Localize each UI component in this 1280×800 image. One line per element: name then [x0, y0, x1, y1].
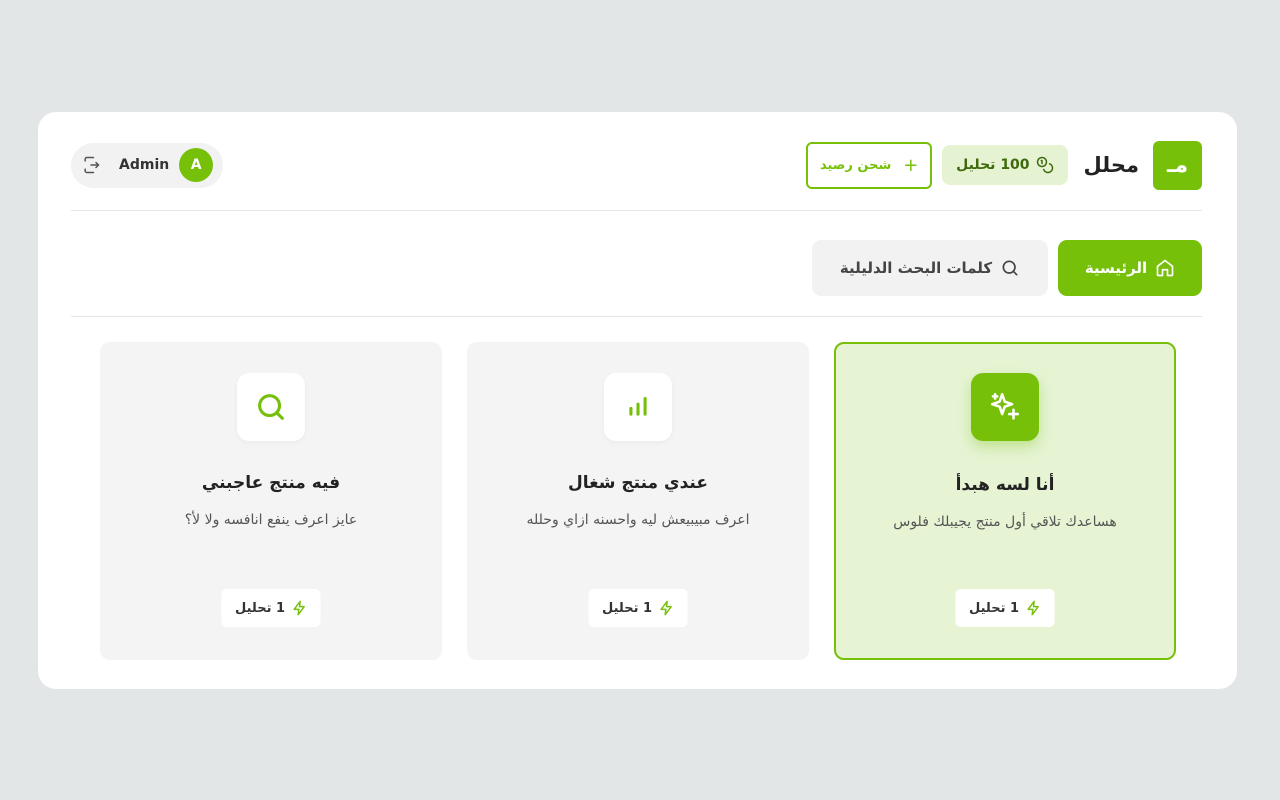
top-header: مـ محلل 100 تحليل + شحن رصيد A Admin — [71, 140, 1202, 190]
logout-icon[interactable] — [81, 155, 101, 175]
home-icon — [1156, 259, 1174, 277]
credits-text: 100 تحليل — [956, 157, 1030, 173]
cost-badge: 1 تحليل — [955, 589, 1055, 627]
nav-divider — [71, 316, 1202, 317]
brand-name: محلل — [1083, 153, 1139, 177]
coins-icon — [1036, 156, 1053, 174]
card-icon-box — [237, 373, 305, 441]
user-name: Admin — [119, 157, 170, 173]
main-panel: مـ محلل 100 تحليل + شحن رصيد A Admin الر… — [38, 112, 1237, 689]
plus-icon: + — [903, 154, 919, 176]
cost-badge: 1 تحليل — [221, 589, 321, 627]
logo-text: مـ — [1166, 152, 1189, 178]
tab-keywords[interactable]: كلمات البحث الدليلية — [812, 240, 1048, 296]
topup-button[interactable]: + شحن رصيد — [806, 141, 933, 189]
card-desc: اعرف مبيبيعش ليه واحسنه ازاي وحلله — [526, 512, 750, 528]
card-icon-box — [604, 373, 672, 441]
card-title: عندي منتج شغال — [568, 473, 708, 493]
bar-chart-icon — [629, 396, 647, 416]
topup-label: شحن رصيد — [819, 157, 892, 173]
cost-text: 1 تحليل — [968, 600, 1020, 616]
card-desc: عايز اعرف ينفع انافسه ولا لأ؟ — [184, 512, 358, 528]
card-icon-box — [971, 373, 1039, 441]
lightning-icon — [659, 600, 672, 616]
nav-tabs: الرئيسية كلمات البحث الدليلية — [71, 240, 1202, 296]
lightning-icon — [1026, 600, 1039, 616]
avatar: A — [179, 148, 214, 182]
credits-badge: 100 تحليل — [942, 145, 1068, 185]
sparkles-icon — [990, 392, 1020, 420]
card-title: فيه منتج عاجبني — [201, 473, 341, 493]
tab-home-label: الرئيسية — [1084, 259, 1148, 277]
header-divider — [71, 210, 1202, 211]
user-menu[interactable]: A Admin — [71, 142, 224, 188]
search-icon — [258, 394, 284, 420]
cost-badge: 1 تحليل — [588, 589, 688, 627]
card-title: أنا لسه هبدأ — [955, 475, 1055, 495]
tab-home[interactable]: الرئيسية — [1058, 240, 1202, 296]
tab-keywords-label: كلمات البحث الدليلية — [839, 259, 993, 277]
option-cards: أنا لسه هبدأ هساعدك تلاقي أول منتج يجيبل… — [99, 342, 1176, 660]
card-existing-product[interactable]: عندي منتج شغال اعرف مبيبيعش ليه واحسنه ا… — [467, 342, 809, 660]
search-icon — [1002, 260, 1018, 276]
card-competitor-product[interactable]: فيه منتج عاجبني عايز اعرف ينفع انافسه ول… — [100, 342, 442, 660]
lightning-icon — [292, 600, 305, 616]
card-desc: هساعدك تلاقي أول منتج يجيبلك فلوس — [893, 514, 1117, 530]
logo[interactable]: مـ — [1153, 140, 1202, 190]
cost-text: 1 تحليل — [234, 600, 286, 616]
card-beginner[interactable]: أنا لسه هبدأ هساعدك تلاقي أول منتج يجيبل… — [834, 342, 1176, 660]
cost-text: 1 تحليل — [601, 600, 653, 616]
